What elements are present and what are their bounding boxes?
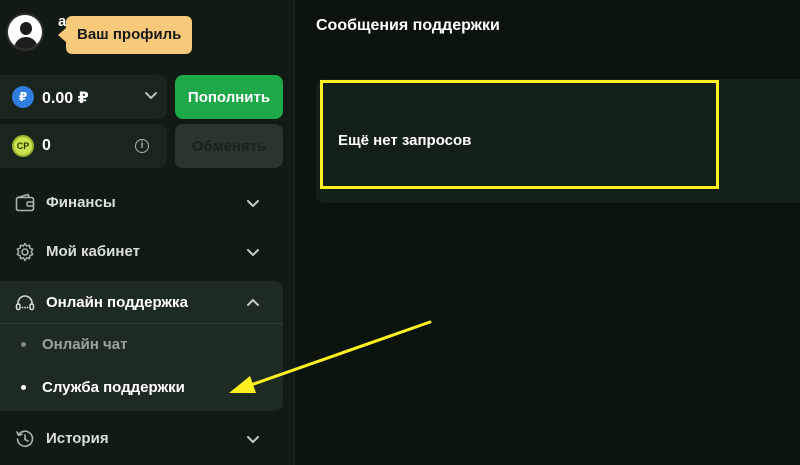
chevron-down-icon xyxy=(145,92,157,99)
menu-item-cabinet[interactable]: Мой кабинет xyxy=(0,230,283,274)
chevron-down-icon xyxy=(247,249,259,256)
avatar-head xyxy=(20,22,32,35)
exchange-button[interactable]: Обменять xyxy=(175,124,283,168)
profile-tooltip: Ваш профиль xyxy=(57,16,193,54)
sidebar: a Ваш профиль ₽ 0.00 ₽ Пополнить CP 0 i … xyxy=(0,0,295,465)
menu-item-history[interactable]: История xyxy=(0,417,283,461)
avatar[interactable] xyxy=(6,13,44,51)
sub-item-support-service[interactable]: Служба поддержки xyxy=(0,370,283,404)
sub-label-online-chat: Онлайн чат xyxy=(42,336,128,353)
sub-label-support-service: Служба поддержки xyxy=(42,379,185,396)
menu-label-support: Онлайн поддержка xyxy=(46,294,188,311)
bullet-dot xyxy=(21,342,26,347)
headset-icon xyxy=(15,295,35,311)
support-group: Онлайн поддержка Онлайн чат Служба подде… xyxy=(0,281,283,411)
bullet-dot xyxy=(21,385,26,390)
main-content: Сообщения поддержки Ещё нет запросов xyxy=(295,0,800,465)
page-title: Сообщения поддержки xyxy=(316,17,500,34)
menu-label-history: История xyxy=(46,430,109,447)
rub-balance-value: 0.00 ₽ xyxy=(42,90,89,107)
ruble-coin-icon: ₽ xyxy=(12,86,34,108)
chevron-up-icon xyxy=(247,299,259,306)
cp-balance: CP 0 i xyxy=(0,124,167,168)
rub-balance-selector[interactable]: ₽ 0.00 ₽ xyxy=(0,75,167,119)
chevron-down-icon xyxy=(247,200,259,207)
menu-label-cabinet: Мой кабинет xyxy=(46,243,140,260)
sub-item-online-chat[interactable]: Онлайн чат xyxy=(0,327,283,361)
menu-label-finance: Финансы xyxy=(46,194,116,211)
gear-icon xyxy=(16,242,34,262)
info-icon[interactable]: i xyxy=(135,139,149,153)
cp-coin-icon: CP xyxy=(12,135,34,157)
topup-button[interactable]: Пополнить xyxy=(175,75,283,119)
wallet-icon xyxy=(15,193,35,212)
divider xyxy=(0,323,283,324)
cp-balance-value: 0 xyxy=(42,137,51,154)
empty-requests-text: Ещё нет запросов xyxy=(338,132,472,149)
menu-item-finance[interactable]: Финансы xyxy=(0,181,283,225)
chevron-down-icon xyxy=(247,436,259,443)
history-icon xyxy=(16,430,34,448)
menu-item-support[interactable]: Онлайн поддержка xyxy=(0,281,283,325)
avatar-body xyxy=(14,37,38,49)
